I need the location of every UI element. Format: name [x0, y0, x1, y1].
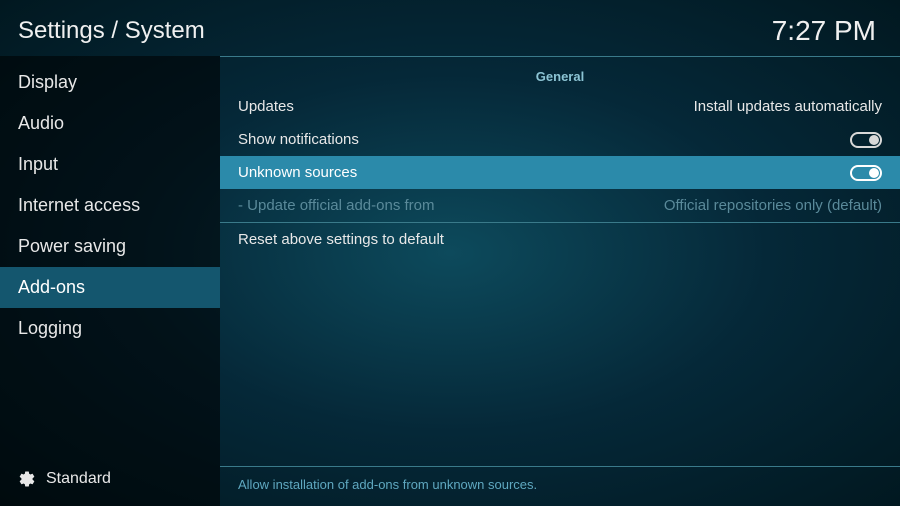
setting-show-notifications[interactable]: Show notifications	[220, 123, 900, 156]
toggle-knob	[869, 168, 879, 178]
settings-level-button[interactable]: Standard	[0, 458, 220, 506]
setting-label: - Update official add-ons from	[238, 197, 435, 214]
sidebar-item-internet-access[interactable]: Internet access	[0, 185, 220, 226]
sidebar-item-label: Power saving	[18, 236, 126, 256]
setting-unknown-sources[interactable]: Unknown sources	[220, 156, 900, 189]
spacer	[0, 349, 220, 458]
sidebar-item-display[interactable]: Display	[0, 62, 220, 103]
sidebar-item-label: Audio	[18, 113, 64, 133]
sidebar-item-audio[interactable]: Audio	[0, 103, 220, 144]
toggle-notifications[interactable]	[850, 132, 882, 148]
toggle-unknown-sources[interactable]	[850, 165, 882, 181]
sidebar-item-label: Internet access	[18, 195, 140, 215]
setting-updates[interactable]: Updates Install updates automatically	[220, 90, 900, 123]
sidebar: Display Audio Input Internet access Powe…	[0, 56, 220, 506]
setting-label: Show notifications	[238, 131, 359, 148]
settings-level-label: Standard	[46, 470, 111, 488]
sidebar-item-logging[interactable]: Logging	[0, 308, 220, 349]
sidebar-item-power-saving[interactable]: Power saving	[0, 226, 220, 267]
sidebar-item-label: Logging	[18, 318, 82, 338]
sidebar-item-add-ons[interactable]: Add-ons	[0, 267, 220, 308]
sidebar-item-label: Add-ons	[18, 277, 85, 297]
main: Display Audio Input Internet access Powe…	[0, 56, 900, 506]
setting-value: Install updates automatically	[694, 98, 882, 115]
sidebar-item-label: Display	[18, 72, 77, 92]
gear-icon	[18, 470, 36, 488]
setting-update-addons-from: - Update official add-ons from Official …	[220, 189, 900, 222]
breadcrumb: Settings / System	[18, 17, 205, 45]
sidebar-item-label: Input	[18, 154, 58, 174]
clock: 7:27 PM	[772, 15, 876, 47]
setting-label: Unknown sources	[238, 164, 357, 181]
sidebar-item-input[interactable]: Input	[0, 144, 220, 185]
setting-label: Reset above settings to default	[238, 231, 444, 248]
setting-label: Updates	[238, 98, 294, 115]
header: Settings / System 7:27 PM	[0, 0, 900, 56]
toggle-knob	[869, 135, 879, 145]
section-header-general: General	[220, 56, 900, 90]
content-area: General Updates Install updates automati…	[220, 56, 900, 506]
setting-reset-defaults[interactable]: Reset above settings to default	[220, 223, 900, 256]
help-text: Allow installation of add-ons from unkno…	[220, 466, 900, 506]
setting-value: Official repositories only (default)	[664, 197, 882, 214]
